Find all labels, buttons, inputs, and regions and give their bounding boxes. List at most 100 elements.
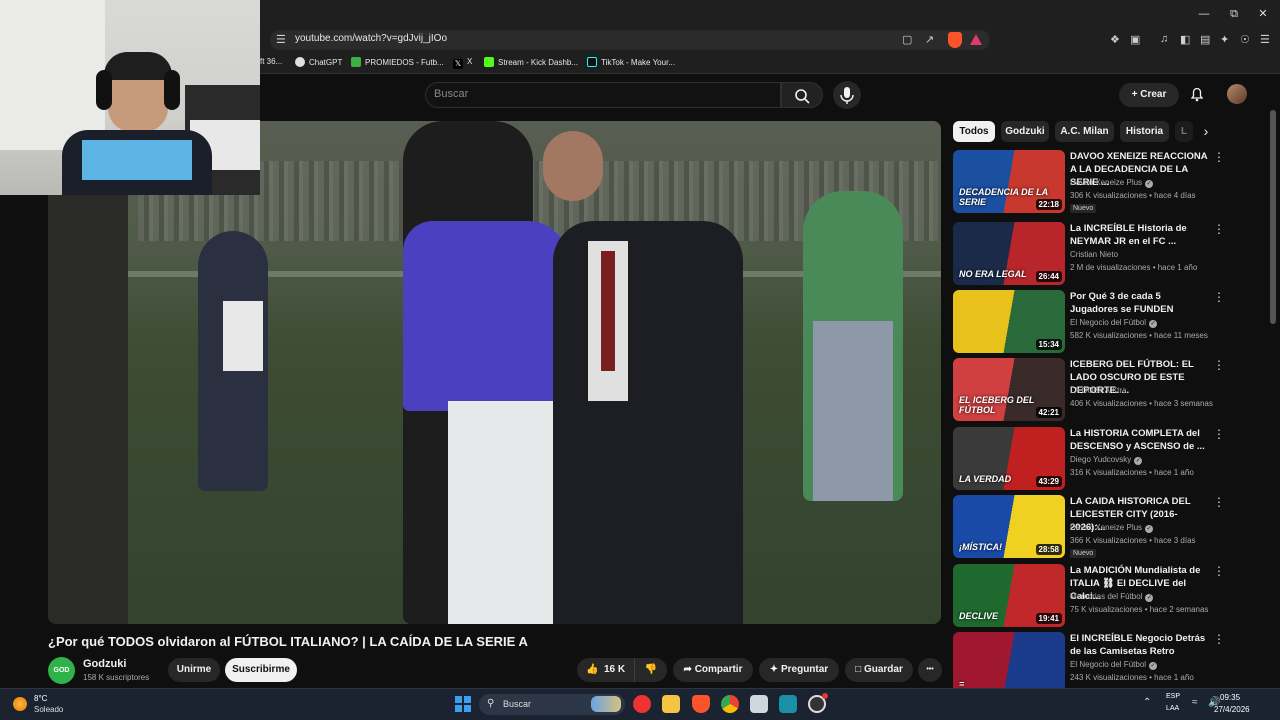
recommended-video[interactable]: LA VERDAD 43:29 La HISTORIA COMPLETA del D… bbox=[953, 427, 1266, 491]
brave-shield-icon[interactable] bbox=[948, 32, 962, 48]
chip-historia[interactable]: Historia bbox=[1120, 121, 1169, 142]
url-text[interactable]: youtube.com/watch?v=gdJvij_jIOo bbox=[295, 33, 447, 44]
bookmark-kick[interactable]: Stream - Kick Dashb... bbox=[484, 57, 578, 67]
weather-text[interactable]: Soleado bbox=[34, 705, 63, 714]
restore-button[interactable]: ⧉ bbox=[1226, 6, 1242, 22]
recommended-video[interactable]: DECADENCIA DE LA SERIE 22:18 DAVOO XENEIZE… bbox=[953, 150, 1266, 214]
video-player[interactable] bbox=[48, 121, 941, 624]
recommended-channel[interactable]: Memorias del Fútbol ✓ bbox=[1070, 592, 1154, 602]
keyboard-layout[interactable]: LAA bbox=[1166, 705, 1179, 712]
kebab-menu-icon[interactable]: ⋮ bbox=[1213, 427, 1225, 441]
share-button[interactable]: ➦ Compartir bbox=[673, 658, 753, 682]
video-thumbnail[interactable]: EL ICEBERG DEL FÚTBOL 42:21 bbox=[953, 358, 1065, 421]
brave-browser-icon[interactable] bbox=[692, 695, 710, 713]
bookmark-x[interactable]: 𝕏X bbox=[453, 57, 472, 69]
kebab-menu-icon[interactable]: ⋮ bbox=[1213, 150, 1225, 164]
video-thumbnail[interactable]: 15:34 bbox=[953, 290, 1065, 353]
temperature[interactable]: 8°C bbox=[34, 694, 47, 703]
wifi-icon[interactable]: ≈ bbox=[1192, 697, 1198, 708]
chip-all[interactable]: Todos bbox=[953, 121, 995, 142]
recommended-channel[interactable]: Diego Yudcovsky ✓ bbox=[1070, 455, 1143, 465]
minimize-button[interactable]: — bbox=[1196, 6, 1212, 22]
windows-start-icon[interactable] bbox=[455, 696, 471, 712]
recommended-title[interactable]: El INCREÍBLE Negocio Detrás de las Camis… bbox=[1070, 632, 1210, 658]
recommended-channel[interactable]: Davoo Xeneize Plus ✓ bbox=[1070, 523, 1154, 533]
video-thumbnail[interactable]: DECADENCIA DE LA SERIE 22:18 bbox=[953, 150, 1065, 213]
like-button[interactable]: 👍 16 K bbox=[580, 658, 632, 682]
join-button[interactable]: Unirme bbox=[168, 658, 220, 682]
chip-ac-milan[interactable]: A.C. Milan bbox=[1055, 121, 1114, 142]
recommended-channel[interactable]: El Negocio del Fútbol ✓ bbox=[1070, 660, 1158, 670]
clock-time[interactable]: 09:35 bbox=[1220, 693, 1240, 702]
recommended-video[interactable]: ¡MÍSTICA! 28:58 LA CAIDA HISTORICA DEL LEI… bbox=[953, 495, 1266, 559]
ask-button[interactable]: ✦ Preguntar bbox=[759, 658, 839, 682]
headphone-left bbox=[96, 70, 112, 110]
recommended-video[interactable]: DECLIVE 19:41 La MADICIÓN Mundialista de I… bbox=[953, 564, 1266, 628]
channel-name[interactable]: Godzuki bbox=[83, 658, 126, 670]
leo-ai-icon[interactable]: ✦ bbox=[1220, 33, 1229, 46]
scrollbar[interactable] bbox=[1270, 110, 1276, 324]
kebab-menu-icon[interactable]: ⋮ bbox=[1213, 290, 1225, 304]
recommended-channel[interactable]: LA COBRA Xtra bbox=[1070, 386, 1126, 395]
chip-godzuki[interactable]: Godzuki bbox=[1001, 121, 1049, 142]
video-thumbnail[interactable]: LA VERDAD 43:29 bbox=[953, 427, 1065, 490]
printer-app-icon[interactable] bbox=[750, 695, 768, 713]
store-app-icon[interactable] bbox=[779, 695, 797, 713]
bookmark-tiktok[interactable]: TikTok - Make Your... bbox=[587, 57, 675, 67]
chips-next-button[interactable]: › bbox=[1196, 121, 1216, 142]
video-thumbnail[interactable]: NO ERA LEGAL 26:44 bbox=[953, 222, 1065, 285]
recommended-video[interactable]: EL ICEBERG DEL FÚTBOL 42:21 ICEBERG DEL FÚ… bbox=[953, 358, 1266, 422]
kebab-menu-icon[interactable]: ⋮ bbox=[1213, 495, 1225, 509]
dislike-button[interactable]: 👎 bbox=[638, 658, 664, 682]
chrome-icon[interactable] bbox=[721, 695, 739, 713]
bookmark-item[interactable]: ft 36... bbox=[260, 57, 282, 66]
sidebar-icon[interactable]: ◧ bbox=[1180, 33, 1190, 46]
media-player-icon[interactable] bbox=[633, 695, 651, 713]
video-thumbnail[interactable]: DECLIVE 19:41 bbox=[953, 564, 1065, 627]
site-info-icon[interactable]: ☰ bbox=[276, 33, 286, 46]
kebab-menu-icon[interactable]: ⋮ bbox=[1213, 358, 1225, 372]
chip-more[interactable]: L bbox=[1175, 121, 1193, 142]
input-language[interactable]: ESP bbox=[1166, 693, 1180, 700]
bookmark-promiedos[interactable]: PROMIEDOS - Futb... bbox=[351, 57, 444, 67]
chevron-up-icon[interactable]: ⌃ bbox=[1143, 697, 1151, 708]
bookmark-chatgpt[interactable]: ChatGPT bbox=[295, 57, 342, 67]
wallet-icon[interactable]: ▤ bbox=[1200, 33, 1210, 46]
notifications-bell-icon[interactable] bbox=[1188, 85, 1206, 103]
recommended-video[interactable]: = El INCREÍBLE Negocio Detrás de las Cami… bbox=[953, 632, 1266, 696]
video-thumbnail[interactable]: = bbox=[953, 632, 1065, 695]
menu-icon[interactable]: ☰ bbox=[1260, 33, 1270, 46]
tab-search-icon[interactable]: ▣ bbox=[1130, 33, 1140, 46]
recommended-title[interactable]: La INCREÍBLE Historia de NEYMAR JR en el… bbox=[1070, 222, 1210, 248]
save-button[interactable]: □ Guardar bbox=[845, 658, 913, 682]
extensions-icon[interactable]: ❖ bbox=[1110, 33, 1120, 46]
share-page-icon[interactable]: ↗ bbox=[925, 33, 934, 46]
recommended-title[interactable]: Por Qué 3 de cada 5 Jugadores se FUNDEN bbox=[1070, 290, 1210, 316]
video-thumbnail[interactable]: ¡MÍSTICA! 28:58 bbox=[953, 495, 1065, 558]
account-avatar[interactable] bbox=[1227, 84, 1247, 104]
clock-date[interactable]: 27/4/2026 bbox=[1214, 705, 1250, 714]
close-button[interactable]: ✕ bbox=[1255, 6, 1271, 22]
subscribe-button[interactable]: Suscribirme bbox=[225, 658, 297, 682]
file-explorer-icon[interactable] bbox=[662, 695, 680, 713]
brave-rewards-icon[interactable] bbox=[970, 34, 982, 45]
sun-icon[interactable] bbox=[13, 697, 27, 711]
vpn-shield-icon[interactable]: ☉ bbox=[1240, 33, 1250, 46]
search-input[interactable] bbox=[425, 82, 781, 108]
music-icon[interactable]: ♫ bbox=[1160, 33, 1168, 45]
create-button[interactable]: + Crear bbox=[1119, 83, 1179, 107]
cast-icon[interactable]: ▢ bbox=[902, 33, 912, 46]
recommended-video[interactable]: NO ERA LEGAL 26:44 La INCREÍBLE Historia d… bbox=[953, 222, 1266, 286]
more-actions-button[interactable]: ••• bbox=[918, 658, 942, 682]
kebab-menu-icon[interactable]: ⋮ bbox=[1213, 564, 1225, 578]
recommended-video[interactable]: 15:34 Por Qué 3 de cada 5 Jugadores se FU… bbox=[953, 290, 1266, 354]
kebab-menu-icon[interactable]: ⋮ bbox=[1213, 632, 1225, 646]
voice-search-button[interactable] bbox=[833, 81, 861, 109]
recommended-channel[interactable]: Davoo Xeneize Plus ✓ bbox=[1070, 178, 1154, 188]
channel-avatar[interactable]: GOD ZUKI bbox=[48, 657, 75, 701]
recommended-channel[interactable]: Cristian Nieto bbox=[1070, 250, 1118, 259]
search-button[interactable] bbox=[781, 82, 823, 108]
recommended-channel[interactable]: El Negocio del Fútbol ✓ bbox=[1070, 318, 1158, 328]
recommended-title[interactable]: La HISTORIA COMPLETA del DESCENSO y ASCE… bbox=[1070, 427, 1210, 453]
kebab-menu-icon[interactable]: ⋮ bbox=[1213, 222, 1225, 236]
